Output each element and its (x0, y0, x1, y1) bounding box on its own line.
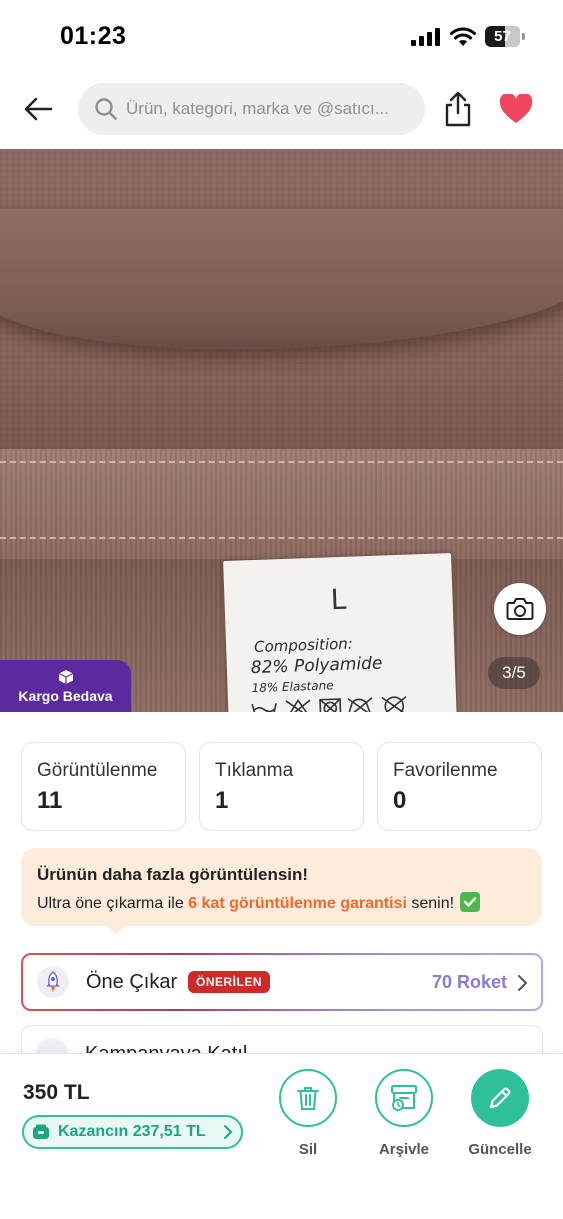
stat-card-views: Görüntülenme 11 (21, 742, 186, 831)
trash-icon (297, 1087, 319, 1110)
rocket-icon (37, 966, 69, 998)
stitch-line (0, 537, 563, 539)
stat-label: Favorilenme (393, 760, 498, 781)
archive-button[interactable]: Arşivle (359, 1069, 449, 1179)
update-label: Güncelle (468, 1141, 532, 1158)
search-icon (95, 98, 117, 120)
delete-button[interactable]: Sil (263, 1069, 353, 1179)
stat-label: Tıklanma (215, 760, 294, 781)
stat-value: 1 (215, 787, 229, 814)
wifi-icon (450, 27, 476, 46)
update-circle[interactable] (471, 1069, 529, 1127)
header: Ürün, kategori, marka ve @satıcı... (0, 80, 563, 138)
favorite-button[interactable] (497, 92, 535, 126)
promo-banner: Ürünün daha fazla görüntülensin! Ultra ö… (21, 848, 542, 935)
search-placeholder: Ürün, kategori, marka ve @satıcı... (126, 99, 389, 118)
stat-label: Görüntülenme (37, 760, 158, 781)
stitch-line (0, 461, 563, 463)
stat-card-favorites: Favorilenme 0 (377, 742, 542, 831)
status-bar: 01:23 57 (0, 0, 563, 72)
earnings-button[interactable]: Kazancın 237,51 TL (22, 1115, 243, 1149)
stats-row: Görüntülenme 11 Tıklanma 1 Favorilenme 0 (21, 742, 542, 831)
heart-icon (499, 94, 533, 123)
stat-card-clicks: Tıklanma 1 (199, 742, 364, 831)
promo-text-before: Ultra öne çıkarma ile (37, 895, 189, 912)
photo-counter: 3/5 (488, 657, 540, 689)
chevron-right-icon (518, 975, 527, 991)
cellular-signal-icon (411, 28, 440, 46)
promo-text: Ultra öne çıkarma ile 6 kat görüntülenme… (37, 892, 481, 913)
status-time: 01:23 (60, 22, 127, 50)
archive-circle[interactable] (375, 1069, 433, 1127)
promo-tail (105, 924, 127, 935)
update-button[interactable]: Güncelle (455, 1069, 545, 1179)
camera-button[interactable] (494, 583, 546, 635)
battery-icon: 57 (485, 26, 525, 47)
check-icon (460, 892, 481, 912)
delete-label: Sil (298, 1141, 318, 1158)
delete-circle[interactable] (279, 1069, 337, 1127)
care-symbols-icon (251, 696, 408, 712)
boost-price: 70 Roket (431, 972, 507, 992)
camera-icon (506, 598, 534, 620)
product-photo[interactable]: L Composition: 82% Polyamide 18% Elastan… (0, 149, 563, 712)
chevron-right-icon (224, 1125, 232, 1139)
share-button[interactable] (440, 88, 476, 130)
free-shipping-badge: Kargo Bedava (0, 660, 131, 712)
label-size: L (330, 582, 347, 617)
fabric-fold (0, 209, 563, 349)
care-label: L Composition: 82% Polyamide 18% Elastan… (223, 553, 457, 712)
back-button[interactable] (18, 92, 58, 126)
boost-button[interactable]: Öne Çıkar ÖNERİLEN 70 Roket (21, 953, 543, 1011)
box-icon (58, 669, 73, 684)
pencil-icon (489, 1087, 511, 1109)
recommended-badge: ÖNERİLEN (188, 971, 271, 993)
share-icon (445, 91, 471, 127)
battery-level: 57 (494, 28, 511, 45)
earnings-text: Kazancın 237,51 TL (58, 1123, 206, 1140)
archive-icon (391, 1085, 417, 1111)
stat-value: 11 (37, 787, 63, 814)
fabric-hem (0, 449, 563, 559)
price: 350 TL (23, 1081, 90, 1104)
free-shipping-text: Kargo Bedava (18, 687, 113, 704)
promo-text-after: senin! (406, 895, 455, 912)
bottom-bar: 350 TL Kazancın 237,51 TL Sil Arşivle Gü… (0, 1053, 563, 1219)
search-input[interactable]: Ürün, kategori, marka ve @satıcı... (78, 83, 425, 135)
stat-value: 0 (393, 787, 407, 814)
archive-label: Arşivle (378, 1141, 430, 1158)
promo-title: Ürünün daha fazla görüntülensin! (37, 865, 309, 884)
label-composition: Composition: (253, 634, 354, 656)
promo-highlight: 6 kat görüntülenme garantisi (188, 895, 407, 912)
wallet-icon (33, 1124, 49, 1139)
label-polyamide: 82% Polyamide (250, 653, 383, 679)
boost-label: Öne Çıkar (86, 971, 178, 993)
back-arrow-icon (24, 97, 53, 121)
label-elastane: 18% Elastane (251, 678, 334, 696)
